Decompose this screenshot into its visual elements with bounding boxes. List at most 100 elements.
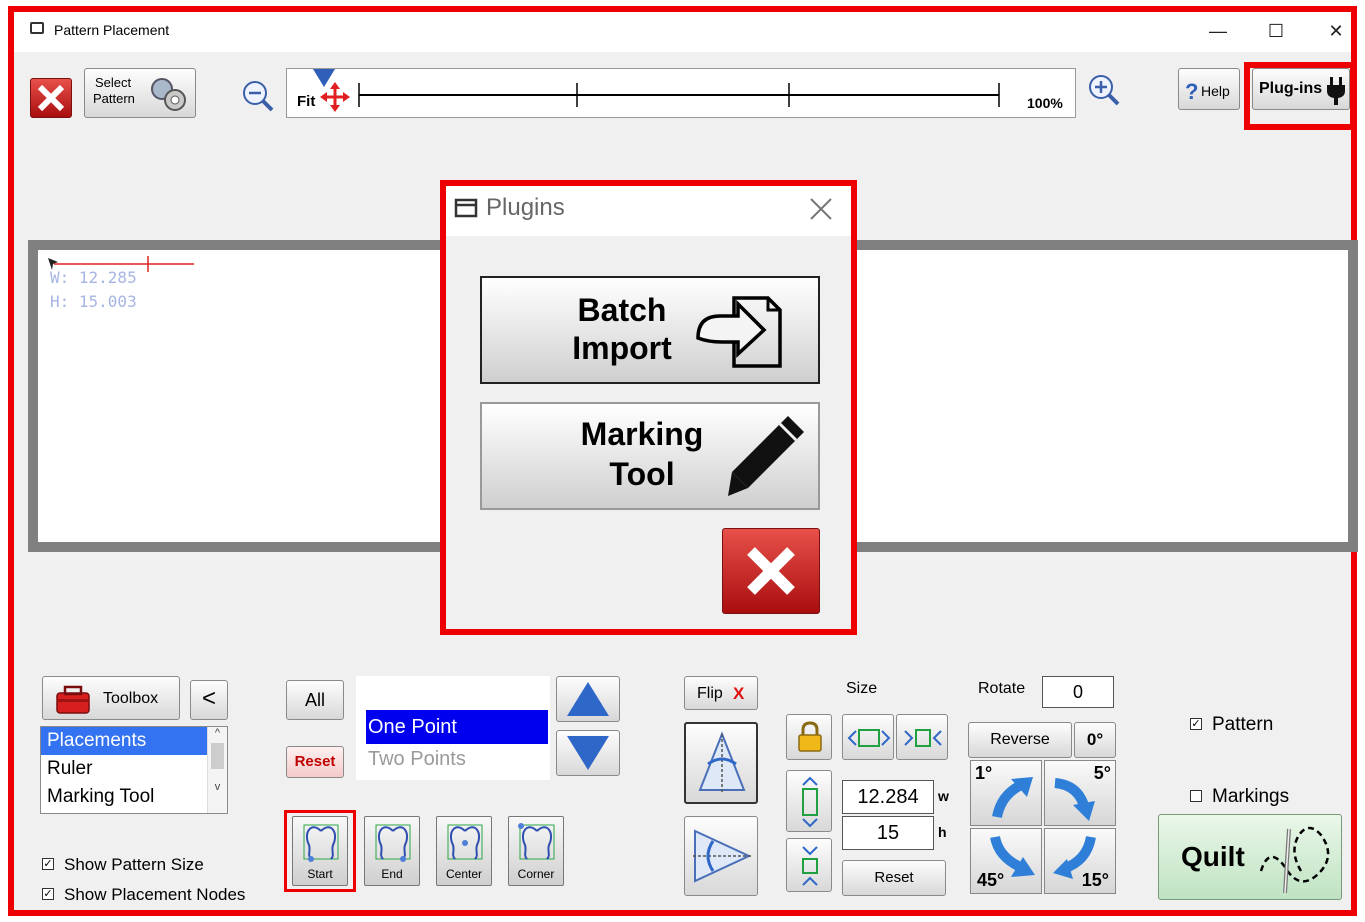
zoom-slider-track bbox=[320, 82, 1000, 112]
reset-placement-button[interactable]: Reset bbox=[286, 746, 344, 778]
lock-aspect-button[interactable] bbox=[786, 714, 832, 760]
show-placement-nodes-label: Show Placement Nodes bbox=[64, 885, 246, 904]
shrink-height-icon bbox=[802, 846, 818, 886]
flip-label: Flip bbox=[697, 685, 723, 702]
flip-horizontal-icon bbox=[693, 829, 752, 883]
plugins-dialog-cancel-button[interactable] bbox=[722, 528, 820, 614]
markings-checkbox[interactable] bbox=[1190, 790, 1202, 802]
rotate-zero-button[interactable]: 0° bbox=[1074, 722, 1116, 758]
maximize-button[interactable]: ☐ bbox=[1256, 14, 1296, 48]
flip-vertical-button[interactable] bbox=[684, 722, 758, 804]
toolbox-list[interactable]: Placements Ruler Marking Tool ^ v bbox=[40, 726, 228, 814]
arrow-down-icon bbox=[567, 736, 609, 770]
heighten-button[interactable] bbox=[786, 770, 832, 832]
cancel-button[interactable] bbox=[30, 78, 72, 118]
rotate-field[interactable]: 0 bbox=[1042, 676, 1114, 708]
placement-mode-item[interactable]: Two Points bbox=[368, 748, 466, 771]
zoom-slider[interactable]: Fit 100% bbox=[286, 68, 1076, 118]
quilt-button[interactable]: Quilt bbox=[1158, 814, 1342, 900]
placement-mode-item[interactable]: One Point bbox=[366, 710, 548, 744]
heart-node-icon bbox=[447, 824, 483, 860]
reset-size-button[interactable]: Reset bbox=[842, 860, 946, 896]
scroll-down-icon[interactable]: v bbox=[208, 781, 227, 793]
needle-thread-icon bbox=[1259, 826, 1330, 894]
help-label: Help bbox=[1201, 83, 1230, 99]
marking-tool-label-2: Tool bbox=[609, 456, 675, 492]
shorten-button[interactable] bbox=[786, 838, 832, 892]
collapse-button[interactable]: < bbox=[190, 680, 228, 720]
help-button[interactable]: ? Help bbox=[1178, 68, 1240, 110]
toolbox-icon bbox=[56, 685, 90, 714]
minimize-button[interactable]: — bbox=[1198, 14, 1238, 48]
marking-tool-button[interactable]: Marking Tool bbox=[480, 402, 820, 510]
rotate-15-button[interactable]: 15° bbox=[1044, 828, 1116, 894]
pencil-icon bbox=[728, 416, 804, 496]
expand-height-icon bbox=[802, 776, 818, 828]
node-corner-button[interactable]: Corner bbox=[508, 816, 564, 886]
toolbox-list-item[interactable]: Marking Tool bbox=[41, 783, 227, 811]
zoom-percent-label: 100% bbox=[1027, 95, 1063, 111]
fit-label: Fit bbox=[297, 93, 316, 110]
batch-import-button[interactable]: Batch Import bbox=[480, 276, 820, 384]
flip-x-mark: X bbox=[733, 684, 745, 703]
plugins-button[interactable]: Plug-ins bbox=[1252, 68, 1350, 110]
show-pattern-size-label: Show Pattern Size bbox=[64, 855, 204, 874]
node-start-label: Start bbox=[307, 867, 333, 881]
flip-horizontal-button[interactable] bbox=[684, 816, 758, 896]
gears-icon bbox=[151, 78, 186, 111]
flip-x-button[interactable]: Flip X bbox=[684, 676, 758, 710]
select-pattern-button[interactable]: Select Pattern bbox=[84, 68, 196, 118]
toolbox-button[interactable]: Toolbox bbox=[42, 676, 180, 720]
plugins-dialog-title: Plugins bbox=[486, 194, 565, 221]
rotate-arrow-icon bbox=[992, 777, 1033, 819]
close-x-icon bbox=[747, 547, 795, 595]
toolbox-list-scrollbar[interactable]: ^ v bbox=[207, 727, 227, 813]
reverse-button[interactable]: Reverse bbox=[968, 722, 1072, 758]
node-start-button[interactable]: Start bbox=[292, 816, 348, 886]
dialog-close-icon[interactable] bbox=[806, 194, 836, 224]
node-corner-label: Corner bbox=[517, 867, 555, 881]
narrow-button[interactable] bbox=[896, 714, 948, 760]
height-unit: h bbox=[938, 824, 947, 840]
zoom-out-icon[interactable] bbox=[240, 78, 276, 114]
widen-button[interactable] bbox=[842, 714, 894, 760]
show-placement-nodes-checkbox[interactable]: ✓ bbox=[42, 888, 54, 900]
zoom-in-icon[interactable] bbox=[1086, 72, 1122, 108]
select-pattern-label-2: Pattern bbox=[93, 91, 135, 106]
marking-tool-label-1: Marking bbox=[580, 416, 704, 452]
toolbox-list-item[interactable]: Ruler bbox=[41, 755, 227, 783]
plugins-label: Plug-ins bbox=[1259, 80, 1323, 97]
toolbox-list-item[interactable]: Placements bbox=[41, 727, 227, 755]
node-center-button[interactable]: Center bbox=[436, 816, 492, 886]
batch-import-label-2: Import bbox=[572, 330, 672, 366]
node-end-button[interactable]: End bbox=[364, 816, 420, 886]
flip-vertical-icon bbox=[698, 731, 746, 794]
rotate-title: Rotate bbox=[978, 680, 1026, 697]
rotate-1-button[interactable]: 1° bbox=[970, 760, 1042, 826]
width-field[interactable]: 12.284 bbox=[842, 780, 934, 814]
rotate-arrow-icon bbox=[1053, 835, 1096, 879]
pattern-checkbox[interactable]: ✓ bbox=[1190, 718, 1202, 730]
rotate-5-button[interactable]: 5° bbox=[1044, 760, 1116, 826]
pattern-height-readout: H: 15.003 bbox=[50, 292, 137, 311]
rotate-arrow-icon bbox=[990, 835, 1035, 877]
arrow-up-icon bbox=[567, 682, 609, 716]
rotate-arrow-icon bbox=[1054, 778, 1095, 821]
toolbox-label: Toolbox bbox=[103, 690, 159, 707]
rotate-45-button[interactable]: 45° bbox=[970, 828, 1042, 894]
height-field[interactable]: 15 bbox=[842, 816, 934, 850]
help-question-icon: ? bbox=[1185, 79, 1199, 104]
all-button[interactable]: All bbox=[286, 680, 344, 720]
placement-mode-list[interactable]: One Point Two Points bbox=[356, 676, 550, 780]
show-pattern-size-checkbox[interactable]: ✓ bbox=[42, 858, 54, 870]
heart-node-icon bbox=[303, 824, 339, 862]
move-down-button[interactable] bbox=[556, 730, 620, 776]
scroll-thumb[interactable] bbox=[211, 743, 224, 769]
move-up-button[interactable] bbox=[556, 676, 620, 722]
size-title: Size bbox=[846, 680, 878, 697]
width-unit: w bbox=[938, 788, 949, 804]
zoom-slider-thumb[interactable] bbox=[313, 69, 335, 89]
scroll-up-icon[interactable]: ^ bbox=[208, 727, 227, 739]
close-window-button[interactable]: ✕ bbox=[1316, 14, 1356, 48]
heart-node-icon bbox=[518, 823, 555, 860]
